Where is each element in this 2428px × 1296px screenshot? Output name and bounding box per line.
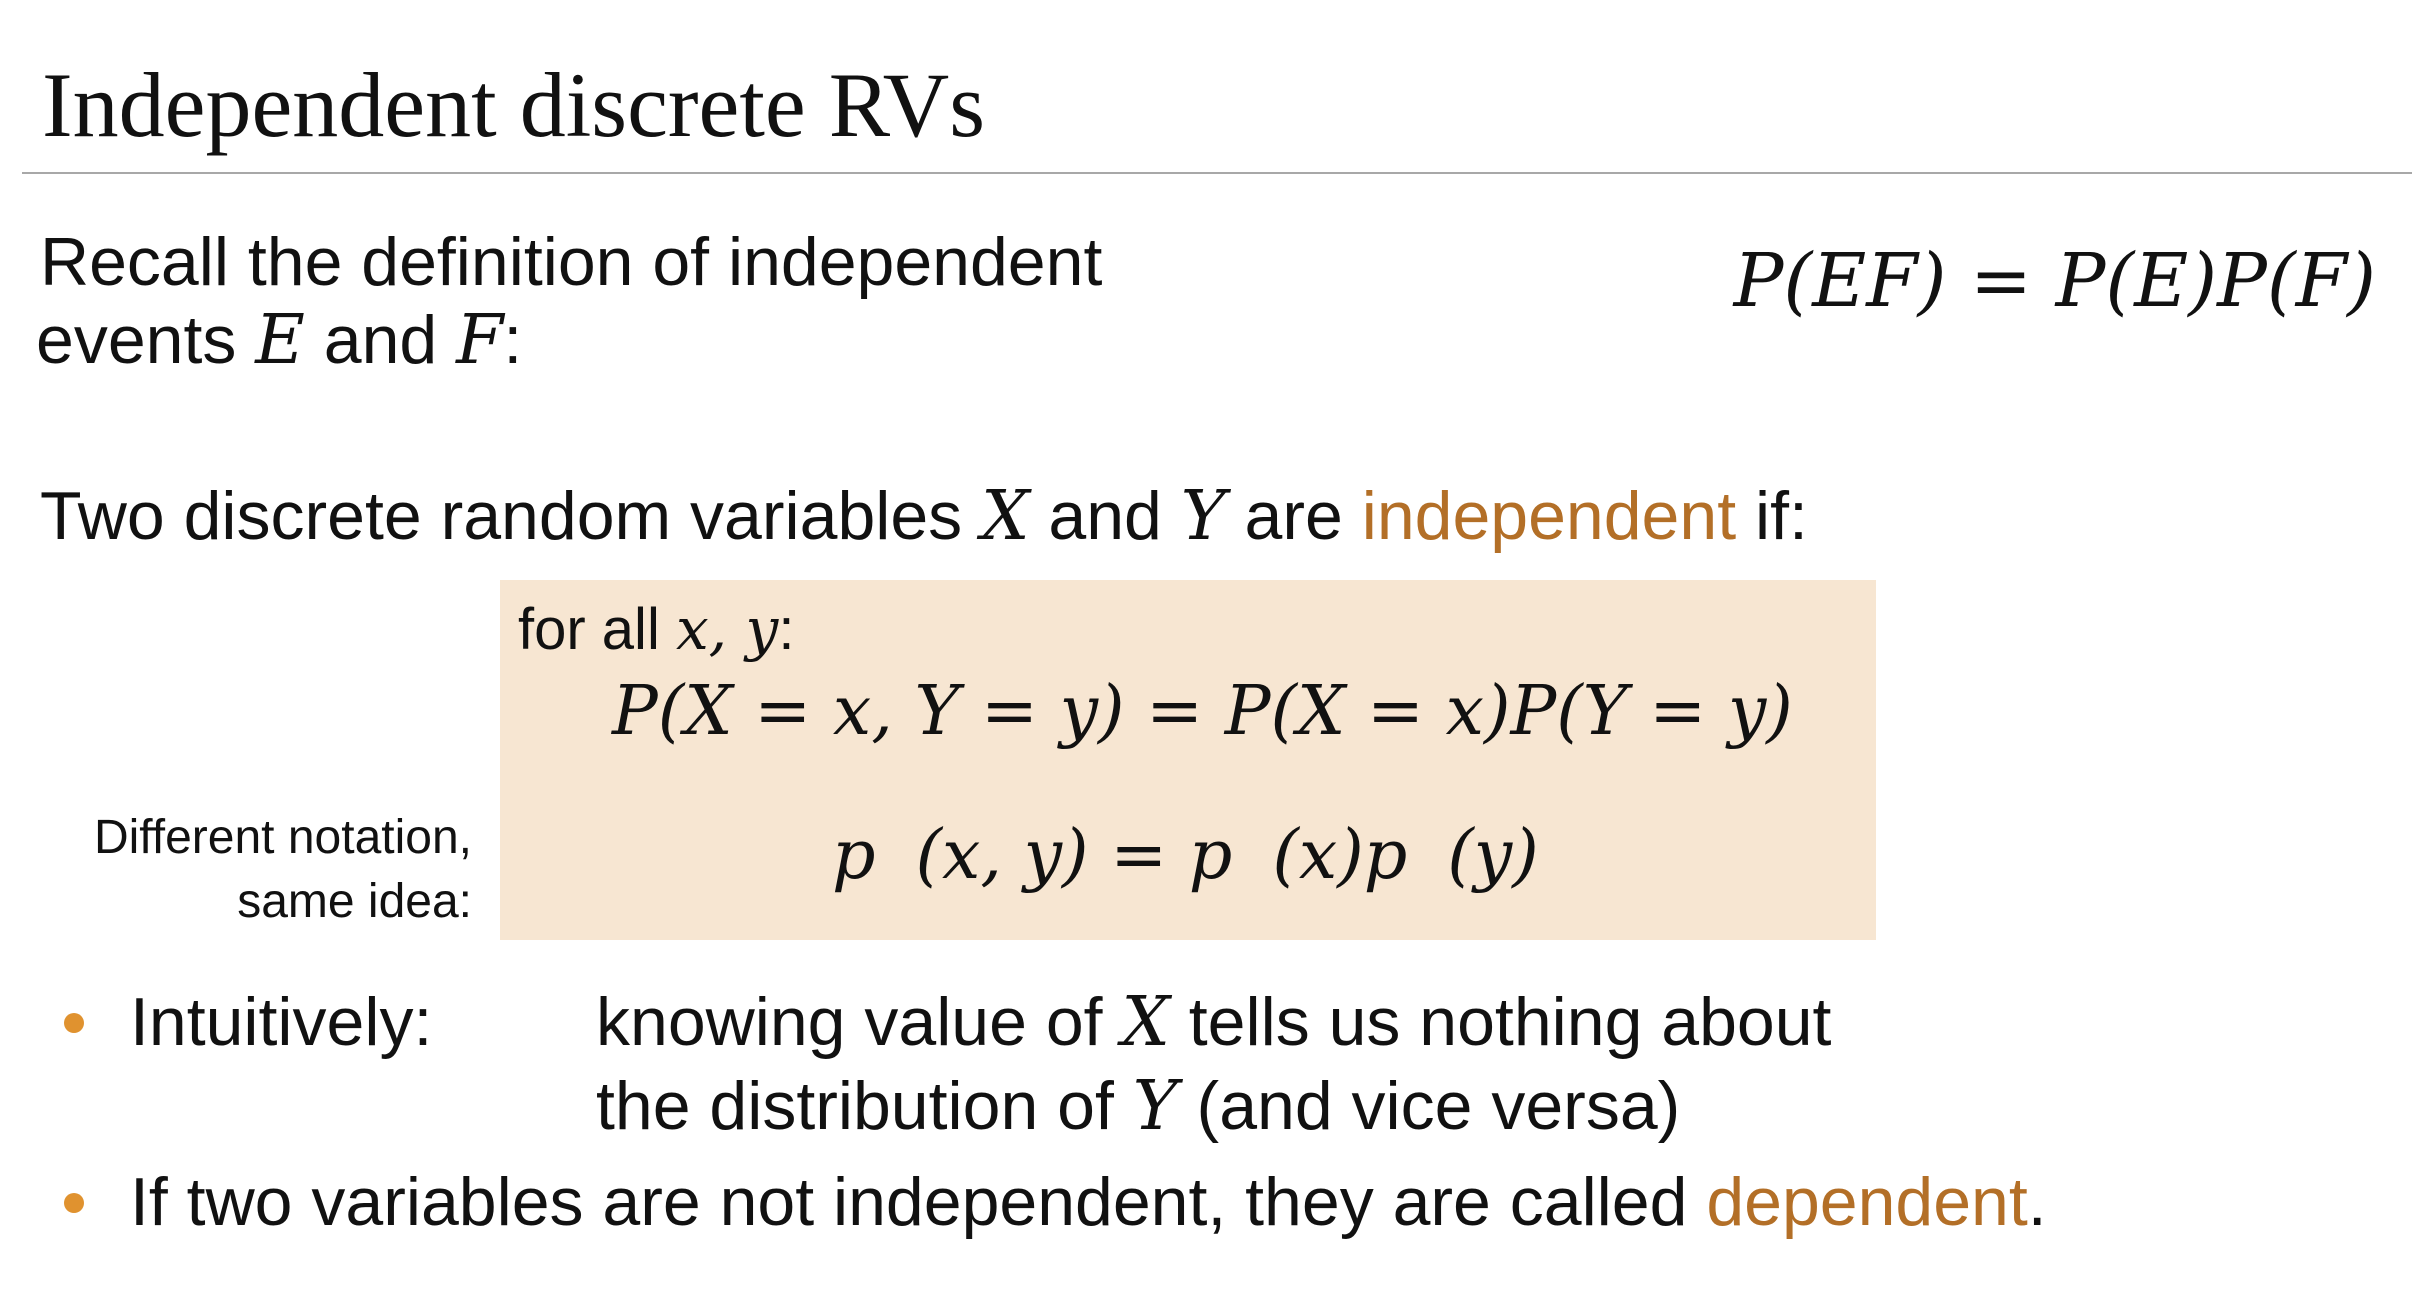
definition-middle: are xyxy=(1225,478,1362,554)
pmf-equation: p (x, y) = p (x)p (y) xyxy=(832,816,1539,896)
recall-colon: : xyxy=(503,302,523,378)
bullet-1-line-2-suffix: (and vice versa) xyxy=(1177,1068,1681,1144)
bullet-1-line-2: the distribution of Y (and vice versa) xyxy=(596,1066,1680,1147)
pmf-y-args: (y) xyxy=(1447,816,1539,895)
bullet-2-text: If two variables are not independent, th… xyxy=(130,1162,2047,1242)
pmf-y-symbol: p xyxy=(1363,816,1408,895)
definition-and: and xyxy=(1029,478,1181,554)
for-all-prefix: for all xyxy=(518,597,676,662)
bullet-2-prefix: If two variables are not independent, th… xyxy=(130,1164,1707,1240)
slide-title: Independent discrete RVs xyxy=(42,54,985,156)
pmf-joint-symbol: p xyxy=(832,816,876,895)
for-all-label: for all x, y: xyxy=(518,594,794,665)
definition-prefix: Two discrete random variables xyxy=(40,478,982,554)
title-divider xyxy=(22,172,2412,174)
joint-probability-equation: P(X = x, Y = y) = P(X = x)P(Y = y) xyxy=(612,672,1793,751)
event-e: E xyxy=(255,301,305,380)
event-f: F xyxy=(456,301,504,380)
recall-and: and xyxy=(304,302,457,378)
bullet-1-line-1-prefix: knowing value of xyxy=(596,984,1122,1060)
recall-line-1: Recall the definition of independent xyxy=(40,224,1103,300)
side-note-line-1: Different notation, xyxy=(93,811,472,864)
bullet-1-line-2-prefix: the distribution of xyxy=(596,1068,1133,1144)
recall-line-2: events E and F: xyxy=(36,300,522,381)
pmf-x-args: (x) xyxy=(1272,816,1364,895)
bullet-1-var-x: X xyxy=(1121,983,1170,1062)
var-y: Y xyxy=(1180,477,1226,556)
bullet-1-line-1: knowing value of X tells us nothing abou… xyxy=(596,982,1831,1063)
bullet-1-label: Intuitively: xyxy=(130,984,433,1060)
pmf-x-symbol: p xyxy=(1188,816,1233,895)
var-x: X xyxy=(981,477,1030,556)
bullet-dot-1 xyxy=(64,1013,84,1033)
recall-line-2-prefix: events xyxy=(36,302,256,378)
pmf-joint-args: (x, y) = xyxy=(915,816,1189,895)
for-all-vars: x, y xyxy=(675,595,779,663)
independent-highlight: independent xyxy=(1361,478,1737,554)
dependent-highlight: dependent xyxy=(1706,1164,2028,1240)
definition-suffix: if: xyxy=(1736,478,1808,554)
events-independence-formula: P(EF) = P(E)P(F) xyxy=(1733,238,2376,324)
for-all-colon: : xyxy=(778,597,795,662)
bullet-2-suffix: . xyxy=(2027,1164,2047,1240)
bullet-dot-2 xyxy=(64,1193,84,1213)
bullet-1-var-y: Y xyxy=(1132,1067,1178,1146)
bullet-1-line-1-suffix: tells us nothing about xyxy=(1169,984,1832,1060)
side-note-line-2: same idea: xyxy=(237,875,472,928)
definition-line: Two discrete random variables X and Y ar… xyxy=(40,476,1808,557)
